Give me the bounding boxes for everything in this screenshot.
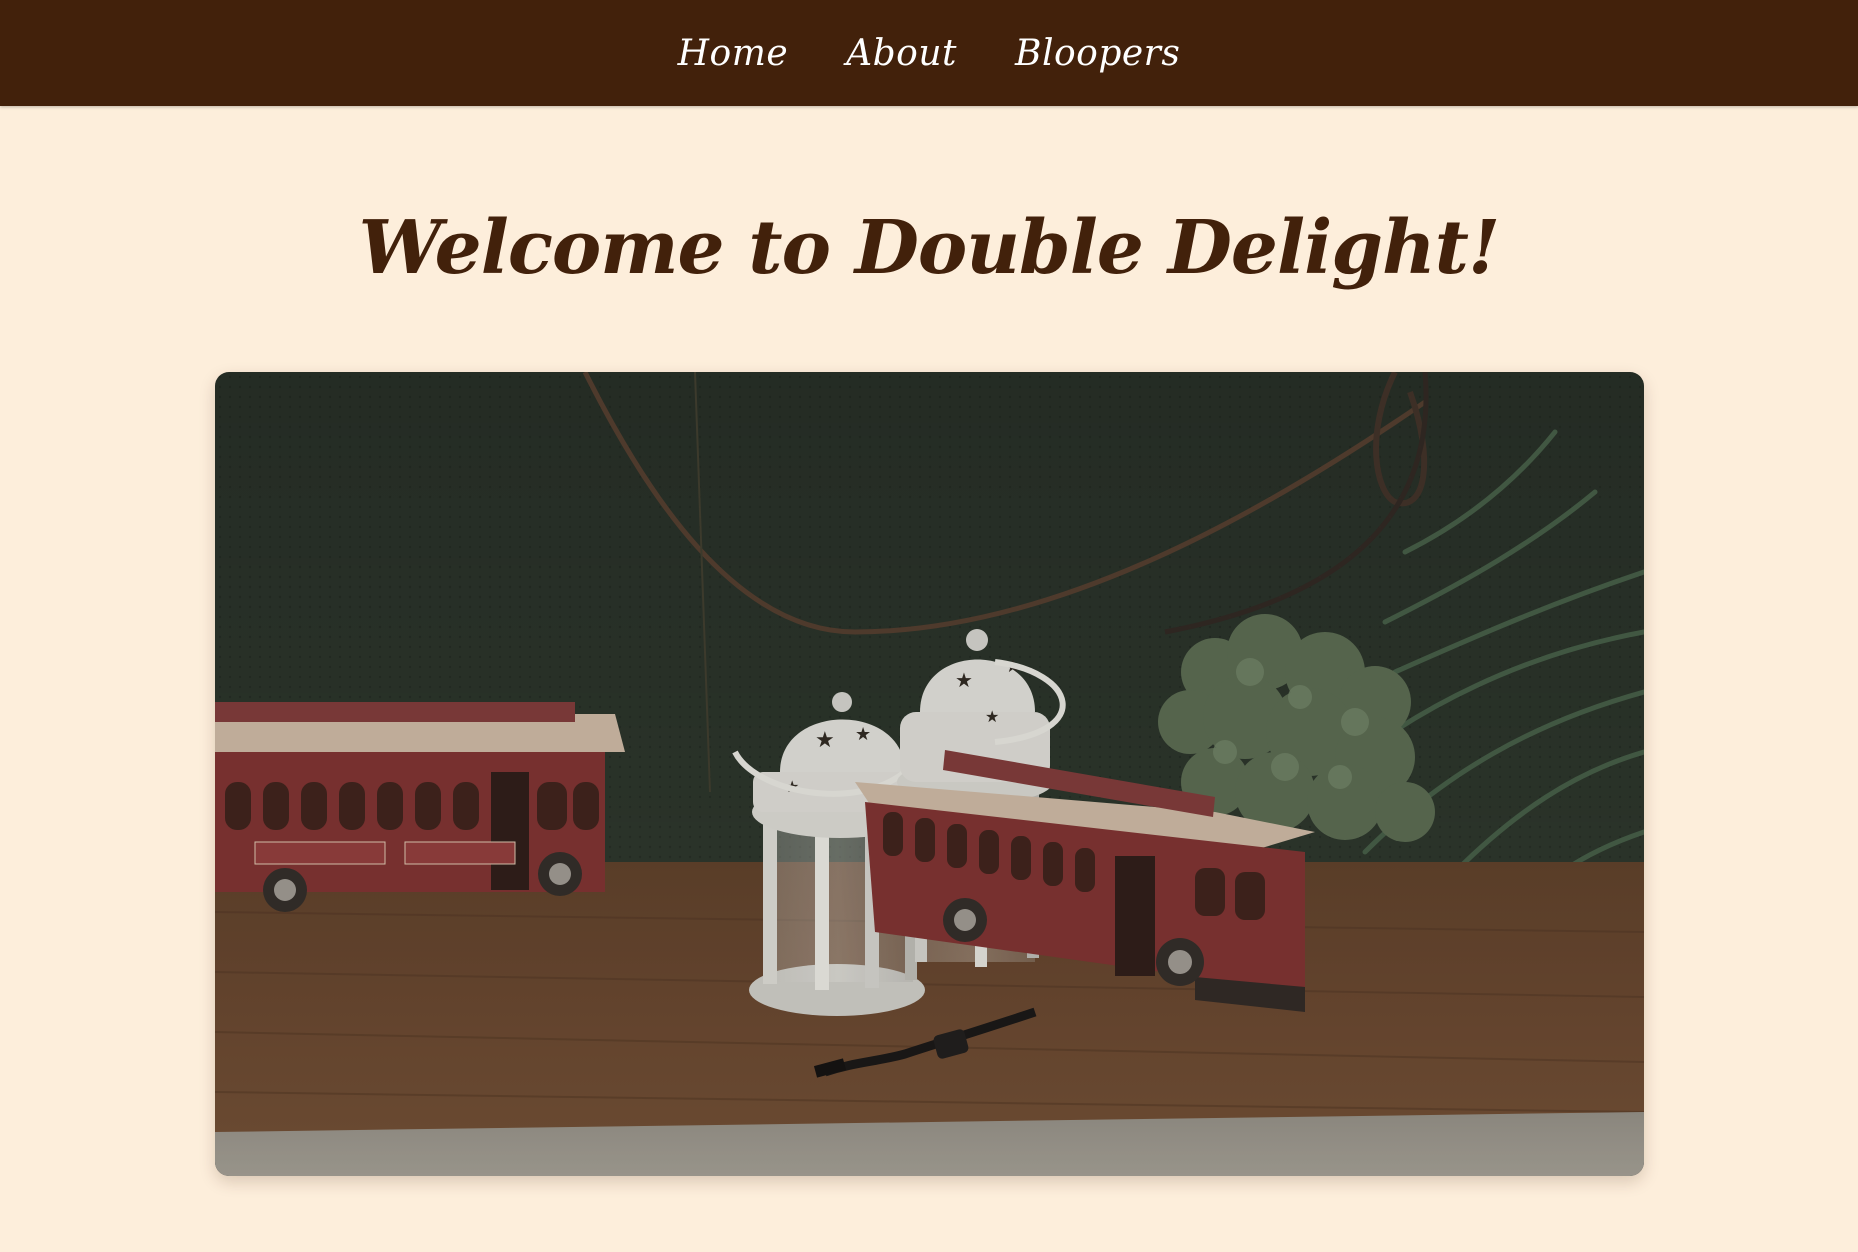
page-title: Welcome to Double Delight! — [358, 205, 1501, 291]
hero-photo-illustration: ★ ★ ★ ★ ★ ★ — [215, 372, 1644, 1176]
hero-image: ★ ★ ★ ★ ★ ★ — [215, 372, 1644, 1176]
nav-link-bloopers[interactable]: Bloopers — [1015, 33, 1180, 74]
nav-link-about[interactable]: About — [846, 33, 957, 74]
nav-link-home[interactable]: Home — [678, 33, 789, 74]
top-navbar: Home About Bloopers — [0, 0, 1858, 106]
